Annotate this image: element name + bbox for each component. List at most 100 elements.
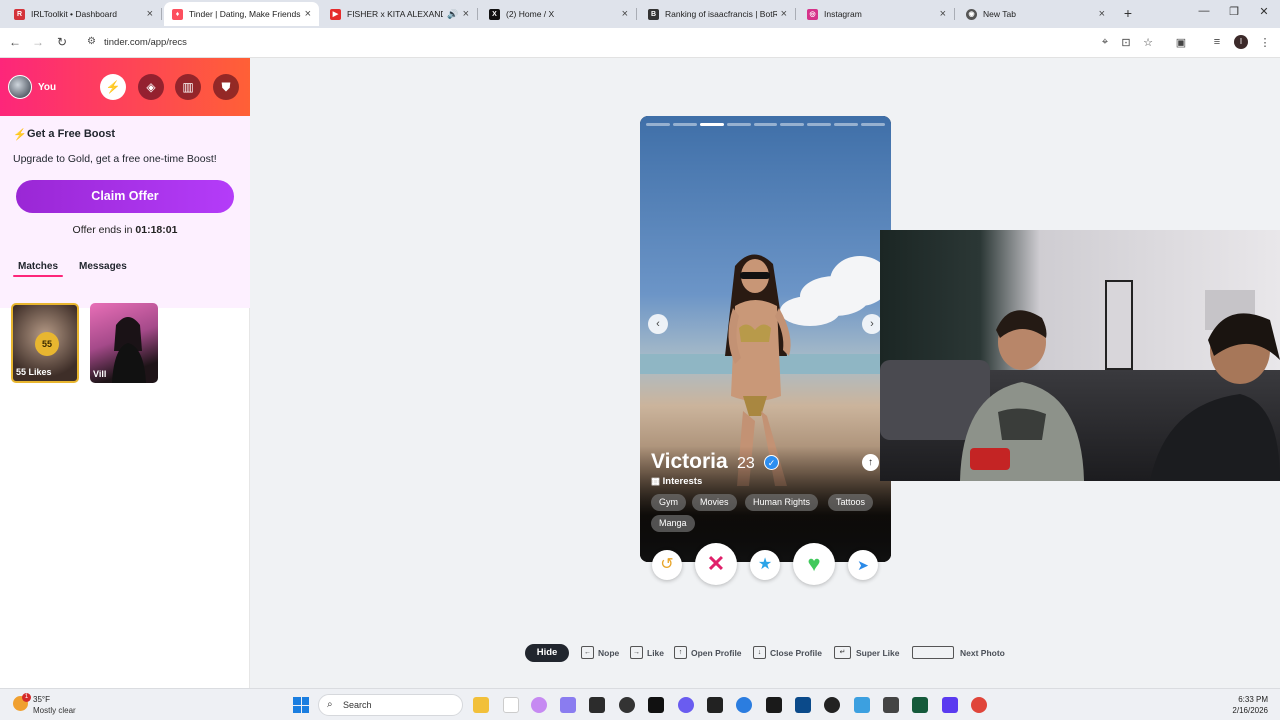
shortcut-label-close-profile: Close Profile bbox=[770, 648, 822, 658]
url-field[interactable]: ⚙ tinder.com/app/recs bbox=[80, 32, 1165, 54]
interest-chip: Manga bbox=[651, 515, 695, 532]
briefcase-icon[interactable]: ▥ bbox=[175, 74, 201, 100]
notepad-icon[interactable] bbox=[503, 697, 519, 713]
tab-botrix[interactable]: B Ranking of isaacfrancis | BotRix × bbox=[640, 2, 796, 26]
tab-title: Instagram bbox=[824, 9, 862, 19]
webcam-overlay bbox=[880, 230, 1280, 481]
shortcut-label-next-photo: Next Photo bbox=[960, 648, 1005, 658]
usb-device-icon[interactable] bbox=[883, 697, 899, 713]
photo-progress-segment[interactable] bbox=[861, 123, 885, 126]
game-controller-icon[interactable] bbox=[560, 697, 576, 713]
capcut-icon[interactable] bbox=[648, 697, 664, 713]
bolt-icon: ⚡ bbox=[13, 129, 27, 141]
hide-shortcuts-button[interactable]: Hide bbox=[525, 644, 569, 662]
taskbar-search[interactable]: ⌕ Search bbox=[318, 694, 463, 716]
close-window-icon[interactable]: ✕ bbox=[1257, 5, 1271, 18]
forward-icon[interactable]: → bbox=[31, 35, 45, 49]
like-button[interactable]: ♥ bbox=[793, 543, 835, 585]
new-tab-icon[interactable]: + bbox=[1121, 5, 1135, 21]
edge-icon[interactable] bbox=[736, 697, 752, 713]
avatar[interactable] bbox=[8, 75, 32, 99]
menu-dots-icon[interactable]: ⋮ bbox=[1258, 36, 1272, 49]
itunes-icon[interactable] bbox=[531, 697, 547, 713]
safety-shield-icon[interactable]: ⛊ bbox=[213, 74, 239, 100]
github-icon[interactable] bbox=[824, 697, 840, 713]
reload-icon[interactable]: ↻ bbox=[55, 35, 69, 49]
browser-profile-avatar[interactable]: I bbox=[1234, 35, 1248, 49]
file-explorer-icon[interactable] bbox=[473, 697, 489, 713]
boost-send-button[interactable]: ➤ bbox=[848, 550, 878, 580]
match-card[interactable]: Vill bbox=[90, 303, 158, 383]
install-app-icon[interactable]: ⊡ bbox=[1119, 36, 1133, 49]
irltoolkit-icon: R bbox=[14, 8, 25, 20]
likes-card[interactable]: 55 55 Likes bbox=[11, 303, 79, 383]
user-label[interactable]: You bbox=[38, 82, 56, 93]
clock-time[interactable]: 6:33 PM bbox=[1232, 695, 1268, 704]
tab-matches[interactable]: Matches bbox=[18, 261, 58, 272]
tab-title: IRLToolkit • Dashboard bbox=[31, 9, 117, 19]
tab-x[interactable]: X (2) Home / X × bbox=[481, 2, 637, 26]
cod-icon[interactable] bbox=[766, 697, 782, 713]
boost-bolt-icon[interactable]: ⚡ bbox=[100, 74, 126, 100]
nope-button[interactable]: ✕ bbox=[695, 543, 737, 585]
chrome-taskbar-icon[interactable] bbox=[971, 697, 987, 713]
maximize-icon[interactable]: ❐ bbox=[1227, 5, 1241, 18]
super-like-button[interactable]: ★ bbox=[750, 550, 780, 580]
photo-progress-segment[interactable] bbox=[807, 123, 832, 126]
tab-youtube[interactable]: ▶ FISHER x KITA ALEXANDER 🔊 × bbox=[322, 2, 478, 26]
epic-games-icon[interactable] bbox=[589, 697, 605, 713]
tab-close-icon[interactable]: × bbox=[147, 8, 153, 20]
photo-progress-segment[interactable] bbox=[646, 123, 670, 126]
tab-close-icon[interactable]: × bbox=[622, 8, 628, 20]
tab-irltoolkit[interactable]: R IRLToolkit • Dashboard × bbox=[6, 2, 162, 26]
back-icon[interactable]: ← bbox=[8, 35, 22, 49]
weather-temperature[interactable]: 35°F bbox=[33, 695, 50, 704]
photo-progress-segment[interactable] bbox=[672, 123, 697, 126]
tab-close-icon[interactable]: × bbox=[305, 8, 311, 20]
photo-progress-segment[interactable] bbox=[726, 123, 751, 126]
tab-close-icon[interactable]: × bbox=[1099, 8, 1105, 20]
site-info-icon[interactable]: ⚙ bbox=[87, 36, 96, 47]
heart-icon: ♥ bbox=[807, 551, 821, 576]
bookmark-star-icon[interactable]: ☆ bbox=[1141, 36, 1155, 49]
app-grid-icon[interactable] bbox=[942, 697, 958, 713]
minimize-icon[interactable]: — bbox=[1197, 5, 1211, 17]
tab-tinder[interactable]: ♦ Tinder | Dating, Make Friends & × bbox=[164, 2, 319, 26]
location-icon[interactable]: ⌖ bbox=[1098, 36, 1112, 49]
photo-progress-segment[interactable] bbox=[834, 123, 859, 126]
reading-list-icon[interactable]: ≡ bbox=[1210, 36, 1224, 48]
explore-compass-icon[interactable]: ◈ bbox=[138, 74, 164, 100]
tab-new[interactable]: ◉ New Tab × bbox=[958, 2, 1113, 26]
windows-start-icon[interactable] bbox=[293, 697, 309, 713]
previous-photo-icon[interactable]: ‹ bbox=[648, 314, 668, 334]
tab-instagram[interactable]: ◎ Instagram × bbox=[799, 2, 955, 26]
chrome-icon: ◉ bbox=[966, 8, 977, 20]
rewind-button[interactable]: ↺ bbox=[652, 550, 682, 580]
snipping-tool-icon[interactable] bbox=[854, 697, 870, 713]
tab-messages[interactable]: Messages bbox=[79, 261, 127, 272]
open-profile-icon[interactable]: ↑ bbox=[862, 454, 879, 471]
interest-chip: Movies bbox=[692, 494, 737, 511]
photo-progress-segment[interactable] bbox=[780, 123, 805, 126]
photo-progress-segment[interactable] bbox=[753, 123, 778, 126]
shortcut-label-nope: Nope bbox=[598, 648, 620, 658]
photo-progress-segment[interactable] bbox=[699, 123, 724, 126]
audio-playing-icon[interactable]: 🔊 bbox=[447, 9, 458, 20]
tab-close-icon[interactable]: × bbox=[781, 8, 787, 20]
profile-card[interactable]: ‹ › Victoria 23 ✓ ↑ ▦ Interests Gym Movi… bbox=[640, 116, 891, 562]
clock-date[interactable]: 2/16/2026 bbox=[1222, 706, 1268, 715]
instagram-icon: ◎ bbox=[807, 8, 818, 20]
tab-close-icon[interactable]: × bbox=[940, 8, 946, 20]
obs-icon[interactable] bbox=[619, 697, 635, 713]
weather-description[interactable]: Mostly clear bbox=[33, 706, 76, 715]
claim-offer-button[interactable]: Claim Offer bbox=[16, 180, 234, 213]
photoshop-icon[interactable] bbox=[795, 697, 811, 713]
discord-icon[interactable] bbox=[678, 697, 694, 713]
interests-heading: ▦ Interests bbox=[651, 476, 702, 487]
next-photo-icon[interactable]: › bbox=[862, 314, 882, 334]
tab-title: Tinder | Dating, Make Friends & bbox=[189, 9, 301, 19]
kick-icon[interactable] bbox=[707, 697, 723, 713]
terminal-icon[interactable] bbox=[912, 697, 928, 713]
tab-close-icon[interactable]: × bbox=[463, 8, 469, 20]
side-panel-icon[interactable]: ▣ bbox=[1174, 36, 1188, 49]
